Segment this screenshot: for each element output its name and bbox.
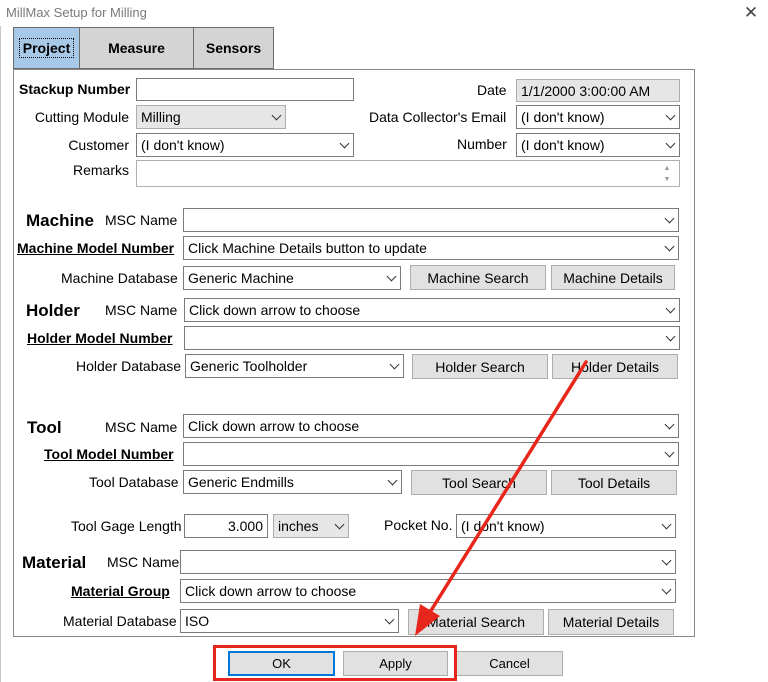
annotation-arrow: [415, 360, 588, 636]
